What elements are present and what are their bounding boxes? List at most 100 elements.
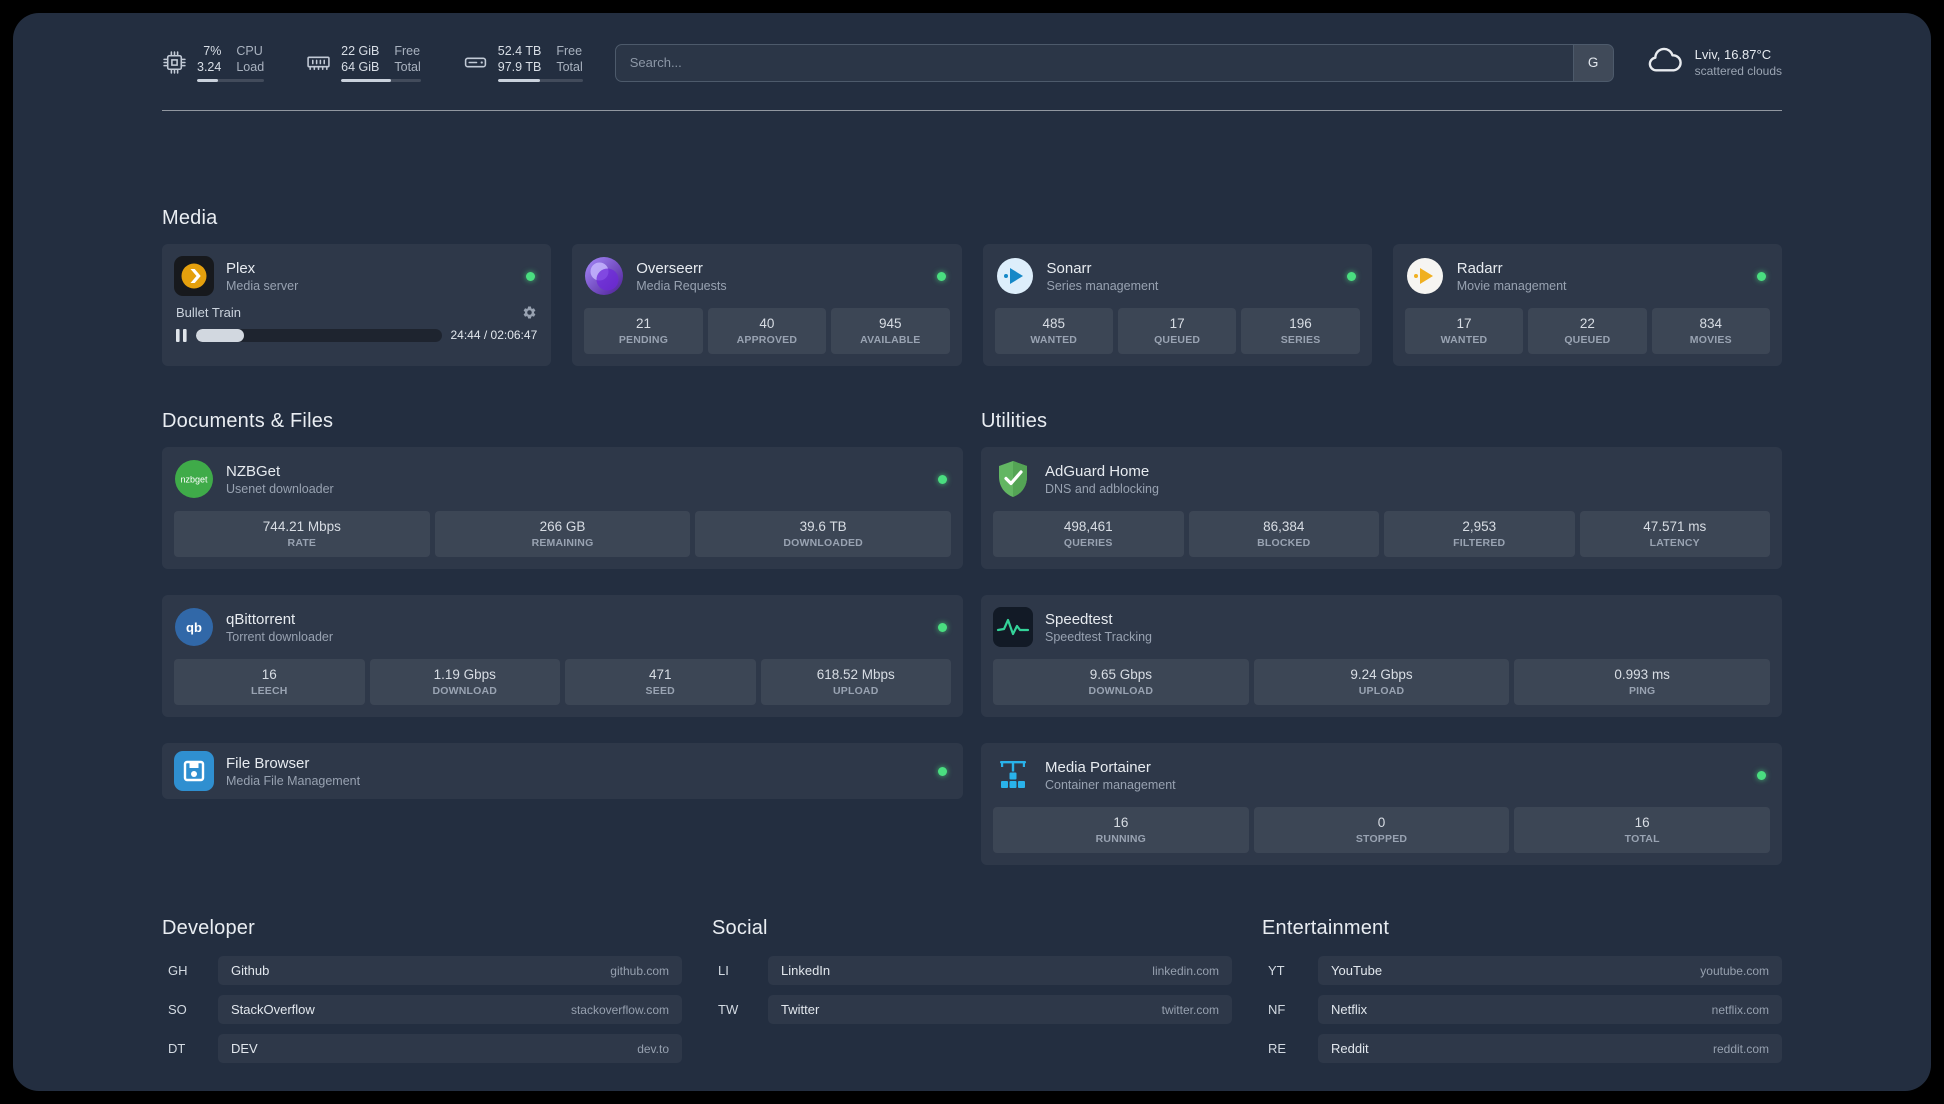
service-link-filebrowser[interactable]: File Browser Media File Management xyxy=(174,751,951,791)
memory-total-value: 64 GiB xyxy=(341,60,380,74)
disk-widget: 52.4 TB Free 97.9 TB Total xyxy=(463,43,583,83)
service-link-sonarr[interactable]: Sonarr Series management xyxy=(995,256,1360,296)
stat-adguard-filtered: 2,953 FILTERED xyxy=(1384,511,1575,557)
stat-label: LATENCY xyxy=(1649,537,1700,549)
section-title-documents: Documents & Files xyxy=(162,410,334,432)
memory-total-label: Total xyxy=(394,60,421,74)
bookmark-linkedin: LI LinkedIn linkedin.com xyxy=(712,956,1232,985)
stat-nzbget-rate: 744.21 Mbps RATE xyxy=(174,511,430,557)
stat-value: 471 xyxy=(648,667,672,682)
service-link-overseerr[interactable]: Overseerr Media Requests xyxy=(584,256,949,296)
stat-label: RUNNING xyxy=(1095,833,1147,845)
disk-usage-bar xyxy=(497,79,583,83)
playback-time: 24:44 / 02:06:47 xyxy=(450,328,538,342)
memory-free-label: Free xyxy=(394,43,421,58)
stat-value: 485 xyxy=(1042,316,1065,331)
bookmark-name: Github xyxy=(231,963,270,978)
bookmark-link-netflix[interactable]: Netflix netflix.com xyxy=(1318,995,1782,1024)
stat-overseerr-approved: 40 APPROVED xyxy=(707,308,827,354)
bookmark-link-dev[interactable]: DEV dev.to xyxy=(218,1034,682,1063)
bookmark-group-developer: Developer GH Github github.com SO StackO… xyxy=(162,917,682,1063)
stat-adguard-latency: 47.571 ms LATENCY xyxy=(1579,511,1770,557)
stat-speedtest-ping: 0.993 ms PING xyxy=(1514,659,1771,705)
service-description: Movie management xyxy=(1456,278,1567,293)
disk-total-label: Total xyxy=(556,60,583,74)
service-name: Speedtest xyxy=(1045,610,1113,628)
service-card-speedtest: Speedtest Speedtest Tracking 9.65 Gbps D… xyxy=(981,595,1782,717)
stat-sonarr-series: 196 SERIES xyxy=(1241,308,1360,354)
service-name: Sonarr xyxy=(1046,259,1092,277)
stat-value: 16 xyxy=(1634,815,1650,830)
stat-label: RATE xyxy=(287,537,317,549)
bookmark-url: dev.to xyxy=(637,1041,669,1056)
memory-icon xyxy=(306,50,331,75)
cpu-icon xyxy=(162,50,187,75)
stat-label: QUEUED xyxy=(1564,334,1611,346)
speedtest-icon xyxy=(993,607,1033,647)
service-name: Media Portainer xyxy=(1045,758,1151,776)
service-card-sonarr: Sonarr Series management 485 WANTED 17 Q… xyxy=(982,244,1372,366)
bookmark-link-stackoverflow[interactable]: StackOverflow stackoverflow.com xyxy=(218,995,682,1024)
stat-label: SERIES xyxy=(1280,334,1321,346)
stat-radarr-movies: 834 MOVIES xyxy=(1651,308,1771,354)
status-dot xyxy=(1757,271,1766,281)
stat-label: QUEUED xyxy=(1154,334,1201,346)
stat-adguard-blocked: 86,384 BLOCKED xyxy=(1188,511,1379,557)
bookmark-url: linkedin.com xyxy=(1152,963,1219,978)
stat-value: 266 GB xyxy=(539,519,586,534)
stat-value: 39.6 TB xyxy=(799,519,847,534)
bookmark-link-youtube[interactable]: YouTube youtube.com xyxy=(1318,956,1782,985)
bookmark-abbr: RE xyxy=(1268,1041,1287,1056)
search-input[interactable] xyxy=(615,44,1573,81)
stat-value: 498,461 xyxy=(1063,519,1113,534)
bookmark-link-github[interactable]: Github github.com xyxy=(218,956,682,985)
radarr-icon xyxy=(1405,256,1445,296)
stat-value: 16 xyxy=(261,667,277,682)
gear-icon[interactable] xyxy=(522,305,537,320)
service-link-radarr[interactable]: Radarr Movie management xyxy=(1405,256,1770,296)
stat-value: 945 xyxy=(879,316,902,331)
stat-value: 86,384 xyxy=(1263,519,1305,534)
bookmark-name: LinkedIn xyxy=(781,963,831,978)
weather-location: Lviv, 16.87°C xyxy=(1694,47,1772,62)
bookmark-url: twitter.com xyxy=(1161,1002,1219,1017)
stat-label: APPROVED xyxy=(736,334,798,346)
service-link-adguard[interactable]: AdGuard Home DNS and adblocking xyxy=(993,459,1770,499)
bookmark-link-reddit[interactable]: Reddit reddit.com xyxy=(1318,1034,1782,1063)
bookmark-url: reddit.com xyxy=(1712,1041,1769,1056)
bookmark-group-social: Social LI LinkedIn linkedin.com TW Twitt… xyxy=(712,917,1232,1024)
cpu-usage-label: CPU xyxy=(236,43,263,58)
bookmark-link-linkedin[interactable]: LinkedIn linkedin.com xyxy=(768,956,1232,985)
plex-icon xyxy=(174,256,214,296)
playback-progress-bar[interactable] xyxy=(196,328,442,342)
service-description: DNS and adblocking xyxy=(1045,481,1159,496)
bookmark-stackoverflow: SO StackOverflow stackoverflow.com xyxy=(162,995,682,1024)
cpu-usage-bar xyxy=(197,79,265,83)
memory-free-value: 22 GiB xyxy=(341,43,380,58)
service-name: Radarr xyxy=(1456,259,1503,277)
service-link-speedtest[interactable]: Speedtest Speedtest Tracking xyxy=(993,607,1770,647)
service-description: Usenet downloader xyxy=(226,481,334,496)
weather-condition: scattered clouds xyxy=(1694,64,1782,78)
service-link-qbittorrent[interactable]: qb qBittorrent Torrent downloader xyxy=(174,607,951,647)
stat-label: PENDING xyxy=(618,334,669,346)
bookmark-abbr: LI xyxy=(718,963,729,978)
service-name: Overseerr xyxy=(636,259,703,277)
bookmark-name: YouTube xyxy=(1331,963,1383,978)
search-provider-button[interactable]: G xyxy=(1572,44,1613,81)
service-link-nzbget[interactable]: nzbget NZBGet Usenet downloader xyxy=(174,459,951,499)
bookmark-link-twitter[interactable]: Twitter twitter.com xyxy=(768,995,1232,1024)
stat-value: 22 xyxy=(1579,316,1595,331)
bookmark-url: github.com xyxy=(610,963,669,978)
pause-icon[interactable] xyxy=(176,328,187,342)
bookmark-abbr: TW xyxy=(718,1002,739,1017)
cpu-load-value: 3.24 xyxy=(197,60,222,74)
stat-value: 618.52 Mbps xyxy=(816,667,895,682)
memory-usage-bar xyxy=(341,79,421,83)
stat-portainer-running: 16 RUNNING xyxy=(993,807,1249,853)
service-link-plex[interactable]: Plex Media server xyxy=(174,256,539,296)
bookmark-url: stackoverflow.com xyxy=(570,1002,669,1017)
service-link-portainer[interactable]: Media Portainer Container management xyxy=(993,755,1770,795)
stat-sonarr-queued: 17 QUEUED xyxy=(1117,308,1237,354)
bookmark-name: DEV xyxy=(231,1041,258,1056)
